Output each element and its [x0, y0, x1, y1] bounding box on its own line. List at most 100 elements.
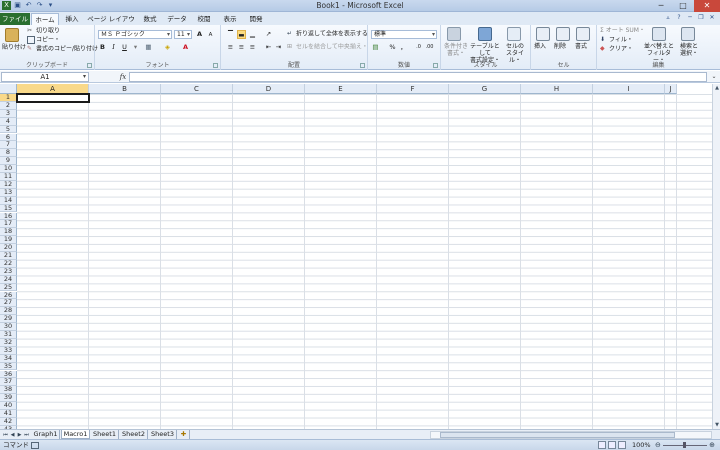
- last-sheet-icon[interactable]: ⏭: [23, 431, 30, 439]
- conditional-format-button[interactable]: 条件付き 書式・: [443, 43, 469, 57]
- sheet-tab-sheet1[interactable]: Sheet1: [91, 430, 119, 439]
- format-cells-button[interactable]: 書式: [575, 43, 587, 51]
- doc-close-icon[interactable]: ✕: [708, 14, 716, 22]
- delete-cells-button[interactable]: 削除: [554, 43, 566, 51]
- worksheet-grid[interactable]: ABCDEFGHIJ 1 2 3 4 5 6 7 8 9 10 11 12 13 14 15 16 17 18 19…: [0, 84, 720, 429]
- column-header-e[interactable]: E: [305, 84, 377, 94]
- cell-styles-icon[interactable]: [507, 27, 521, 41]
- prev-sheet-icon[interactable]: ◀: [9, 431, 16, 439]
- expand-formula-icon[interactable]: ⌄: [709, 72, 719, 82]
- find-select-icon[interactable]: [681, 27, 695, 41]
- border-icon[interactable]: ▦: [144, 43, 153, 52]
- doc-restore-icon[interactable]: ❐: [697, 14, 705, 22]
- paste-icon[interactable]: [5, 28, 19, 42]
- fill-color-icon[interactable]: ◈: [163, 43, 172, 52]
- font-launcher-icon[interactable]: [213, 63, 218, 68]
- maximize-button[interactable]: □: [672, 0, 694, 12]
- tab-view[interactable]: 表示: [218, 13, 242, 25]
- sheet-tab-macro1[interactable]: Macro1: [61, 430, 90, 439]
- column-header-i[interactable]: I: [593, 84, 665, 94]
- cell-area[interactable]: [17, 94, 712, 429]
- tab-formulas[interactable]: 数式: [138, 13, 162, 25]
- insert-sheet-icon[interactable]: ✚: [178, 430, 190, 439]
- column-header-b[interactable]: B: [89, 84, 161, 94]
- column-header-f[interactable]: F: [377, 84, 449, 94]
- align-middle-icon[interactable]: ▬: [237, 30, 246, 39]
- tab-home[interactable]: ホーム: [31, 13, 59, 25]
- zoom-in-icon[interactable]: ⊕: [709, 441, 715, 449]
- horizontal-scroll-thumb[interactable]: [440, 432, 675, 438]
- format-painter-button[interactable]: ✎ 書式のコピー/貼り付け: [27, 45, 98, 54]
- normal-view-icon[interactable]: [598, 441, 606, 449]
- horizontal-scrollbar[interactable]: [430, 431, 712, 439]
- shrink-font-button[interactable]: A: [206, 31, 215, 40]
- font-size-select[interactable]: 11: [174, 30, 192, 39]
- format-as-table-icon[interactable]: [478, 27, 492, 41]
- tab-file[interactable]: ファイル: [0, 13, 30, 25]
- merge-center-button[interactable]: ⊞ セルを結合して中央揃え・: [287, 43, 368, 52]
- increase-indent-icon[interactable]: ⇥: [274, 43, 283, 52]
- sort-filter-icon[interactable]: [652, 27, 666, 41]
- clear-button[interactable]: ◆ クリア・: [600, 45, 633, 54]
- tab-data[interactable]: データ: [164, 13, 190, 25]
- name-box[interactable]: A1: [1, 72, 89, 82]
- minimize-button[interactable]: ─: [650, 0, 672, 12]
- underline-dropdown-icon[interactable]: ▾: [131, 43, 140, 52]
- page-break-view-icon[interactable]: [618, 441, 626, 449]
- alignment-launcher-icon[interactable]: [360, 63, 365, 68]
- bold-button[interactable]: B: [98, 43, 107, 52]
- tab-review[interactable]: 校閲: [192, 13, 216, 25]
- grow-font-button[interactable]: A: [195, 30, 204, 39]
- conditional-format-icon[interactable]: [447, 27, 461, 41]
- italic-button[interactable]: I: [109, 43, 118, 52]
- align-center-icon[interactable]: ≡: [237, 43, 246, 52]
- delete-cells-icon[interactable]: [556, 27, 570, 41]
- collapse-ribbon-icon[interactable]: ▵: [664, 14, 672, 22]
- scroll-up-icon[interactable]: ▲: [713, 84, 720, 92]
- decrease-indent-icon[interactable]: ⇤: [264, 43, 273, 52]
- fill-button[interactable]: ⬇ フィル・: [600, 36, 633, 45]
- next-sheet-icon[interactable]: ▶: [16, 431, 23, 439]
- scroll-down-icon[interactable]: ▼: [713, 421, 720, 429]
- zoom-knob[interactable]: [683, 442, 686, 448]
- column-header-h[interactable]: H: [521, 84, 593, 94]
- formula-input[interactable]: [129, 72, 707, 82]
- format-cells-icon[interactable]: [576, 27, 590, 41]
- zoom-level[interactable]: 100%: [632, 441, 651, 450]
- macro-record-icon[interactable]: [31, 442, 39, 449]
- find-select-button[interactable]: 検索と 選択・: [676, 43, 702, 57]
- insert-cells-icon[interactable]: [536, 27, 550, 41]
- column-header-j[interactable]: J: [665, 84, 677, 94]
- orientation-icon[interactable]: ↗: [264, 30, 273, 39]
- align-bottom-icon[interactable]: ▁: [248, 30, 257, 39]
- copy-button[interactable]: コピー・: [27, 36, 60, 45]
- tab-developer[interactable]: 開発: [244, 13, 268, 25]
- vertical-scrollbar[interactable]: ▲ ▼: [712, 84, 720, 429]
- active-cell-a1[interactable]: [16, 93, 90, 103]
- sheet-tab-sheet3[interactable]: Sheet3: [149, 430, 177, 439]
- sheet-tab-sheet2[interactable]: Sheet2: [120, 430, 148, 439]
- zoom-slider[interactable]: ⊖ ⊕: [655, 441, 715, 449]
- font-color-icon[interactable]: A: [181, 43, 190, 52]
- currency-icon[interactable]: ▤: [371, 43, 380, 52]
- tab-page-layout[interactable]: ページ レイアウト: [86, 13, 136, 35]
- align-left-icon[interactable]: ≡: [226, 43, 235, 52]
- paste-button[interactable]: 貼り付け: [2, 44, 26, 52]
- column-header-g[interactable]: G: [449, 84, 521, 94]
- doc-minimize-icon[interactable]: ─: [686, 14, 694, 22]
- underline-button[interactable]: U: [120, 43, 129, 52]
- number-launcher-icon[interactable]: [433, 63, 438, 68]
- column-header-c[interactable]: C: [161, 84, 233, 94]
- percent-button[interactable]: %: [388, 43, 397, 52]
- sheet-tab-graph1[interactable]: Graph1: [32, 430, 60, 439]
- insert-cells-button[interactable]: 挿入: [534, 43, 546, 51]
- page-layout-view-icon[interactable]: [608, 441, 616, 449]
- zoom-out-icon[interactable]: ⊖: [655, 441, 661, 449]
- wrap-text-button[interactable]: ↵ 折り返して全体を表示する: [287, 30, 368, 39]
- decrease-decimal-icon[interactable]: .00: [425, 43, 434, 52]
- cut-button[interactable]: ✂ 切り取り: [27, 27, 60, 36]
- autosum-button[interactable]: Σ オート SUM・: [600, 27, 645, 35]
- align-right-icon[interactable]: ≡: [248, 43, 257, 52]
- tab-insert[interactable]: 挿入: [60, 13, 84, 25]
- comma-button[interactable]: ，: [399, 43, 408, 52]
